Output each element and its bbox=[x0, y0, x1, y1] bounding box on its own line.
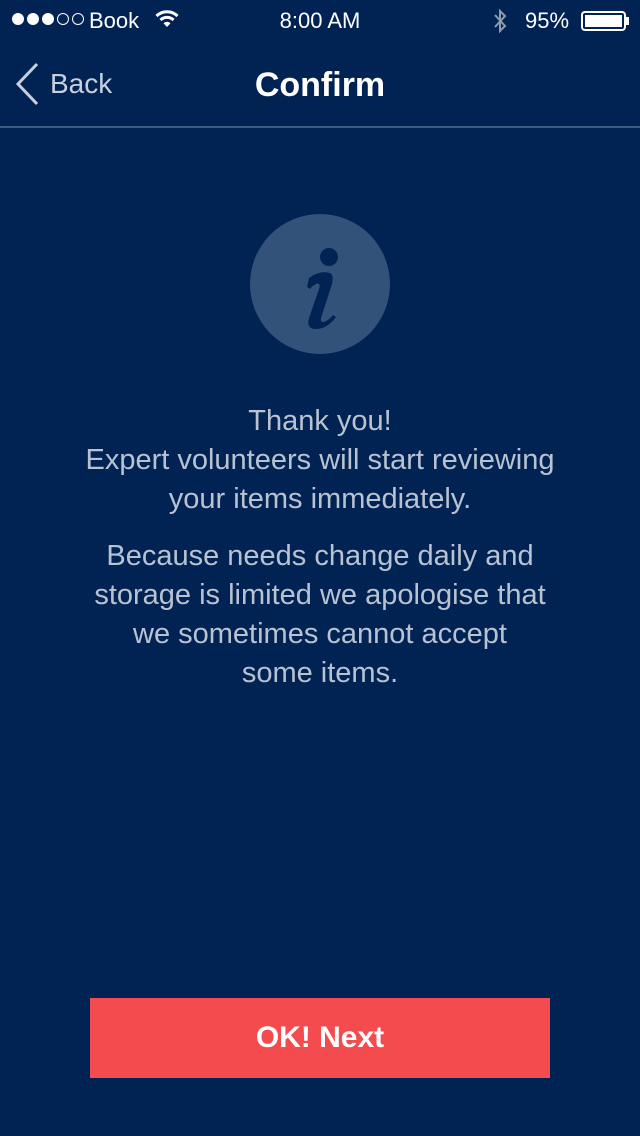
message-line: Thank you! bbox=[248, 405, 392, 437]
message-line: your items immediately. bbox=[168, 483, 472, 515]
note-line: we sometimes cannot accept bbox=[133, 618, 507, 650]
note-line: storage is limited we apologise that bbox=[94, 579, 546, 611]
ok-next-button[interactable]: OK! Next bbox=[90, 998, 550, 1078]
message-line: Expert volunteers will start reviewing bbox=[85, 444, 555, 476]
battery-percent: 95% bbox=[525, 8, 570, 33]
info-icon bbox=[250, 214, 390, 354]
thank-you-message: Thank you! Expert volunteers will start … bbox=[30, 402, 610, 519]
note-line: some items. bbox=[241, 657, 399, 689]
acceptance-note: Because needs change daily and storage i… bbox=[30, 537, 610, 693]
note-line: Because needs change daily and bbox=[106, 540, 534, 572]
confirm-screen: Book 8:00 AM 95% Back Confirm Thank you!… bbox=[0, 0, 640, 1136]
bluetooth-icon bbox=[494, 8, 507, 34]
battery-icon bbox=[581, 11, 629, 31]
page-title: Confirm bbox=[254, 66, 386, 104]
navigation-bar: Back Confirm bbox=[0, 40, 640, 128]
status-bar: Book 8:00 AM 95% bbox=[0, 0, 640, 40]
